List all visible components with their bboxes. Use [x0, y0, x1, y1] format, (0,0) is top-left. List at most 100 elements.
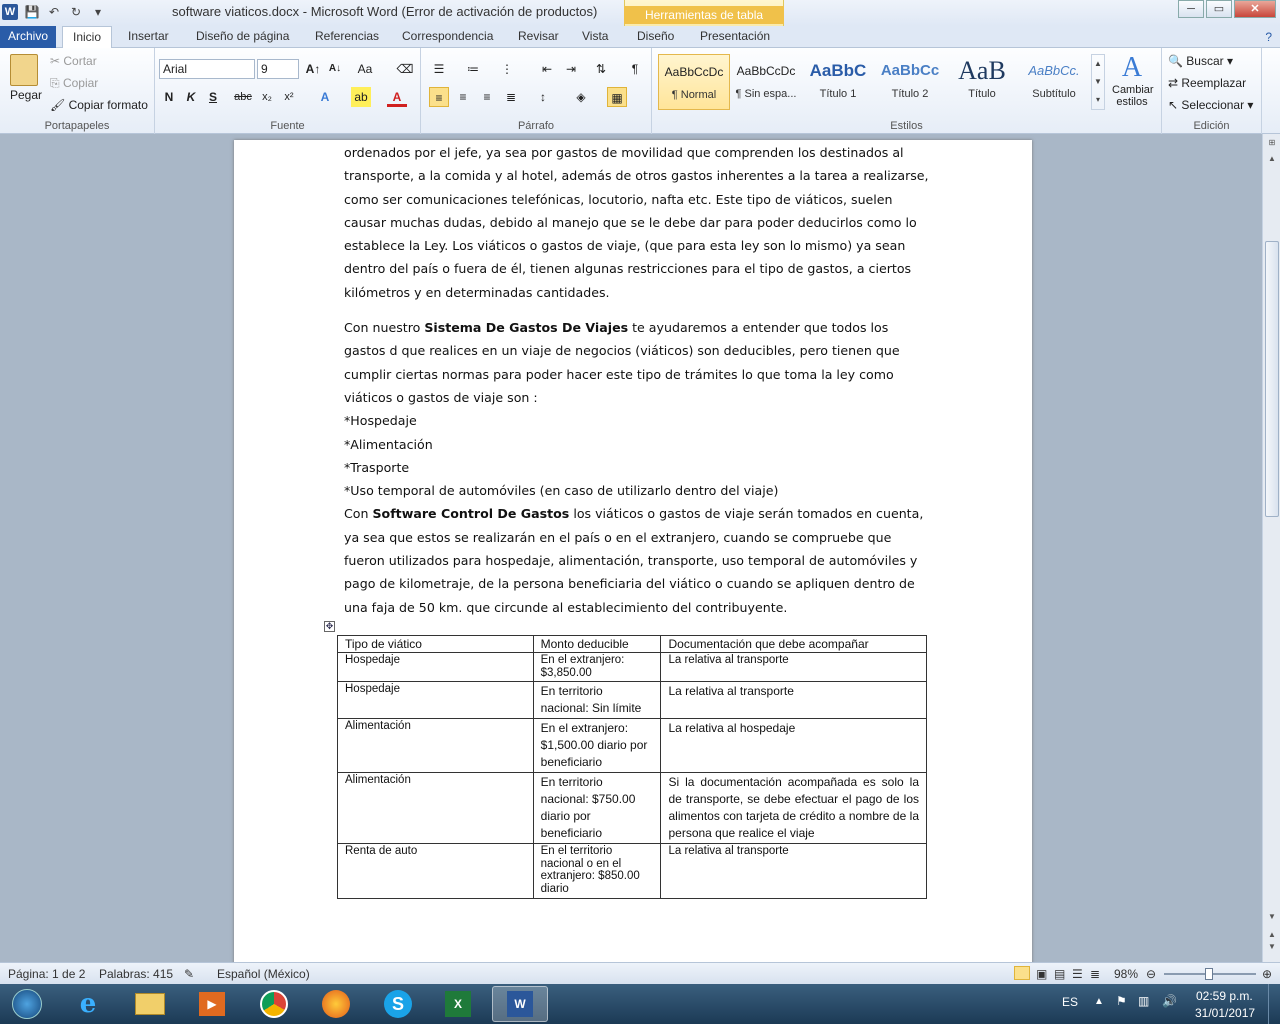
taskbar-chrome[interactable]	[246, 986, 302, 1022]
tab-revisar[interactable]: Revisar	[508, 26, 569, 48]
document-page[interactable]: ordenados por el jefe, ya sea por gastos…	[234, 140, 1032, 970]
table-cell[interactable]: Alimentación	[337, 718, 534, 773]
tab-inicio[interactable]: Inicio	[62, 26, 113, 48]
table-header[interactable]: Tipo de viático	[337, 635, 534, 653]
shrink-font-icon[interactable]: A↓	[325, 59, 345, 79]
restore-button[interactable]: ▭	[1206, 0, 1232, 18]
clear-format-icon[interactable]: ⌫	[395, 59, 415, 79]
table-header[interactable]: Documentación que debe acompañar	[660, 635, 927, 653]
highlight-icon[interactable]: ab	[351, 87, 371, 107]
line-spacing-icon[interactable]: ↕	[533, 87, 553, 107]
copy-button[interactable]: ⎘ Copiar	[50, 76, 98, 91]
table-cell[interactable]: Hospedaje	[337, 681, 534, 719]
next-page-icon[interactable]: ▼	[1266, 942, 1278, 951]
draft-icon[interactable]: ≣	[1090, 967, 1100, 981]
minimize-button[interactable]: ─	[1178, 0, 1204, 18]
table-cell[interactable]: La relativa al transporte	[660, 843, 927, 899]
table-cell[interactable]: La relativa al transporte	[660, 652, 927, 682]
italic-icon[interactable]: K	[181, 87, 201, 107]
paste-icon[interactable]	[10, 54, 38, 86]
web-layout-icon[interactable]: ▤	[1054, 967, 1065, 981]
zoom-in-icon[interactable]: ⊕	[1262, 967, 1272, 981]
table-cell[interactable]: En el extranjero: $3,850.00	[532, 652, 662, 682]
customize-qat-icon[interactable]: ▾	[90, 5, 106, 19]
language-indicator[interactable]: Español (México)	[217, 967, 310, 981]
styles-scroll[interactable]: ▲ ▼ ▾	[1091, 54, 1105, 110]
sort-icon[interactable]: ⇅	[591, 59, 611, 79]
tab-diseno-pagina[interactable]: Diseño de página	[186, 26, 299, 48]
scroll-down-icon[interactable]: ▼	[1266, 912, 1278, 921]
paragraph-sistema[interactable]: Con nuestro Sistema De Gastos De Viajes …	[344, 316, 929, 409]
table-cell[interactable]: En el territorio nacional o en el extran…	[532, 843, 662, 899]
action-center-icon[interactable]: ⚑	[1116, 994, 1127, 1008]
font-size-combo[interactable]: 9	[257, 59, 299, 79]
grow-font-icon[interactable]: A↑	[303, 59, 323, 79]
show-desktop-button[interactable]	[1268, 984, 1280, 1024]
table-cell[interactable]: Hospedaje	[337, 652, 534, 682]
volume-icon[interactable]: 🔊	[1162, 994, 1177, 1008]
tab-vista[interactable]: Vista	[572, 26, 618, 48]
superscript-icon[interactable]: x²	[279, 87, 299, 107]
font-name-combo[interactable]: Arial	[159, 59, 255, 79]
style-heading1[interactable]: AaBbC Título 1	[802, 54, 874, 110]
align-center-icon[interactable]: ≡	[453, 87, 473, 107]
close-button[interactable]: ✕	[1234, 0, 1276, 18]
bullets-icon[interactable]: ☰	[429, 59, 449, 79]
zoom-slider-thumb[interactable]	[1204, 968, 1213, 980]
zoom-level[interactable]: 98%	[1114, 967, 1138, 981]
taskbar-media[interactable]: ▶	[184, 986, 240, 1022]
undo-icon[interactable]: ↶	[46, 5, 62, 19]
tab-referencias[interactable]: Referencias	[305, 26, 389, 48]
align-left-icon[interactable]: ≡	[429, 87, 449, 107]
word-app-icon[interactable]: W	[2, 4, 18, 20]
proofing-icon[interactable]: ✎	[184, 967, 194, 981]
list-item[interactable]: *Alimentación	[344, 433, 929, 456]
multilevel-list-icon[interactable]: ⋮	[497, 59, 517, 79]
increase-indent-icon[interactable]: ⇥	[561, 59, 581, 79]
table-move-handle-icon[interactable]: ✥	[324, 621, 335, 632]
list-item[interactable]: *Trasporte	[344, 456, 929, 479]
table-cell[interactable]: En territorio nacional: Sin límite	[532, 681, 662, 719]
style-subtitle[interactable]: AaBbCc. Subtítulo	[1018, 54, 1090, 110]
taskbar-word[interactable]: W	[492, 986, 548, 1022]
text-effects-icon[interactable]: A	[315, 87, 335, 107]
subscript-icon[interactable]: x₂	[257, 87, 277, 107]
change-case-icon[interactable]: Aa	[355, 59, 375, 79]
numbering-icon[interactable]: ≔	[463, 59, 483, 79]
prev-page-icon[interactable]: ▲	[1266, 930, 1278, 939]
style-normal[interactable]: AaBbCcDc ¶ Normal	[658, 54, 730, 110]
document-body[interactable]: ordenados por el jefe, ya sea por gastos…	[344, 140, 929, 619]
style-title[interactable]: AaB Título	[946, 54, 1018, 110]
word-count[interactable]: Palabras: 415	[99, 967, 173, 981]
scroll-up-icon[interactable]: ▲	[1266, 154, 1278, 163]
outline-icon[interactable]: ☰	[1072, 967, 1083, 981]
taskbar-firefox[interactable]	[308, 986, 364, 1022]
table-cell-cursor[interactable]: Renta de auto	[337, 843, 534, 899]
tab-archivo[interactable]: Archivo	[0, 26, 56, 48]
table-cell[interactable]: La relativa al transporte	[660, 681, 927, 719]
help-icon[interactable]: ?	[1265, 30, 1272, 44]
table-header[interactable]: Monto deducible	[532, 635, 662, 653]
tab-presentacion[interactable]: Presentación	[690, 26, 780, 48]
align-right-icon[interactable]: ≡	[477, 87, 497, 107]
replace-button[interactable]: ⇄ Reemplazar	[1168, 76, 1246, 90]
start-button[interactable]	[2, 986, 52, 1022]
borders-icon[interactable]: ▦	[607, 87, 627, 107]
taskbar-skype[interactable]: S	[370, 986, 426, 1022]
ruler-toggle-icon[interactable]: ⊞	[1266, 138, 1278, 147]
page-count[interactable]: Página: 1 de 2	[8, 967, 85, 981]
save-icon[interactable]: 💾	[24, 5, 40, 19]
input-language[interactable]: ES	[1062, 995, 1078, 1009]
paragraph-viaticos-intro[interactable]: ordenados por el jefe, ya sea por gastos…	[344, 141, 929, 304]
tab-insertar[interactable]: Insertar	[118, 26, 179, 48]
list-item[interactable]: *Hospedaje	[344, 409, 929, 432]
taskbar-explorer[interactable]	[122, 986, 178, 1022]
show-hidden-icons-icon[interactable]: ▲	[1094, 996, 1104, 1007]
table-cell[interactable]: La relativa al hospedaje	[660, 718, 927, 773]
strikethrough-icon[interactable]: abc	[233, 87, 253, 107]
zoom-slider[interactable]	[1164, 968, 1256, 980]
tab-correspondencia[interactable]: Correspondencia	[392, 26, 503, 48]
clock-date[interactable]: 31/01/2017	[1195, 1006, 1255, 1020]
clock-time[interactable]: 02:59 p.m.	[1196, 989, 1253, 1003]
paste-button[interactable]: Pegar	[10, 88, 42, 102]
